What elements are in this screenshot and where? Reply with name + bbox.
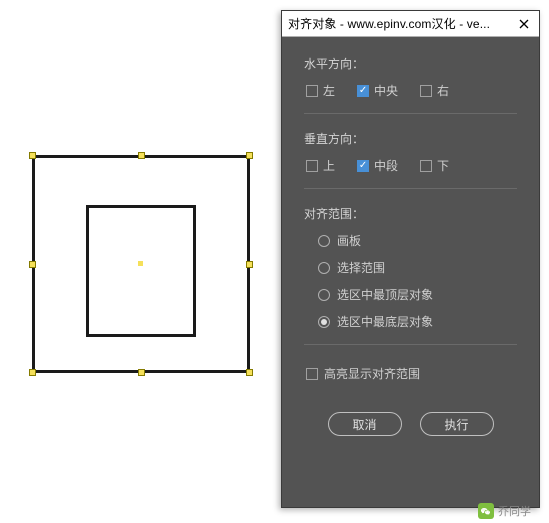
- selection-handle[interactable]: [246, 261, 253, 268]
- radio-icon: [318, 289, 330, 301]
- option-label: 中央: [374, 82, 398, 99]
- close-button[interactable]: [515, 15, 533, 33]
- align-dialog: 对齐对象 - www.epinv.com汉化 - ve... 水平方向： 左 ✓…: [281, 10, 540, 508]
- close-icon: [519, 19, 529, 29]
- scope-options: 画板 选择范围 选区中最顶层对象 选区中最底层对象: [318, 232, 517, 330]
- option-label: 右: [437, 82, 449, 99]
- radio-icon: [318, 262, 330, 274]
- option-label: 下: [437, 157, 449, 174]
- radio-icon: [318, 316, 330, 328]
- selection-handle[interactable]: [29, 369, 36, 376]
- wechat-icon: [478, 503, 494, 519]
- credit-name: 乔同学: [498, 503, 531, 519]
- scope-selection[interactable]: 选择范围: [318, 259, 517, 276]
- canvas-area: [0, 0, 280, 523]
- selection-handle[interactable]: [138, 369, 145, 376]
- checkbox-icon: [420, 160, 432, 172]
- selection-handle[interactable]: [246, 369, 253, 376]
- checkbox-icon: ✓: [357, 85, 369, 97]
- selection-handle[interactable]: [29, 152, 36, 159]
- checkbox-icon: ✓: [357, 160, 369, 172]
- divider: [304, 113, 517, 114]
- scope-bottom-object[interactable]: 选区中最底层对象: [318, 313, 517, 330]
- cancel-button[interactable]: 取消: [328, 412, 402, 436]
- horizontal-center[interactable]: ✓ 中央: [357, 82, 398, 99]
- vertical-top[interactable]: 上: [306, 157, 335, 174]
- credit-watermark: 乔同学: [478, 503, 531, 519]
- option-label: 左: [323, 82, 335, 99]
- horizontal-options: 左 ✓ 中央 右: [306, 82, 517, 99]
- scope-artboard[interactable]: 画板: [318, 232, 517, 249]
- scope-label: 对齐范围：: [304, 205, 517, 222]
- option-label: 选择范围: [337, 259, 385, 276]
- option-label: 中段: [374, 157, 398, 174]
- highlight-option[interactable]: 高亮显示对齐范围: [306, 365, 517, 382]
- dialog-buttons: 取消 执行: [304, 412, 517, 436]
- vertical-middle[interactable]: ✓ 中段: [357, 157, 398, 174]
- divider: [304, 188, 517, 189]
- scope-top-object[interactable]: 选区中最顶层对象: [318, 286, 517, 303]
- vertical-bottom[interactable]: 下: [420, 157, 449, 174]
- dialog-titlebar[interactable]: 对齐对象 - www.epinv.com汉化 - ve...: [282, 11, 539, 37]
- selection-handle[interactable]: [29, 261, 36, 268]
- horizontal-right[interactable]: 右: [420, 82, 449, 99]
- selection-handle[interactable]: [138, 152, 145, 159]
- option-label: 选区中最底层对象: [337, 313, 433, 330]
- radio-icon: [318, 235, 330, 247]
- checkbox-icon: [306, 368, 318, 380]
- inner-rectangle[interactable]: [86, 205, 196, 337]
- divider: [304, 344, 517, 345]
- dialog-title: 对齐对象 - www.epinv.com汉化 - ve...: [288, 15, 515, 32]
- option-label: 高亮显示对齐范围: [324, 365, 420, 382]
- vertical-label: 垂直方向：: [304, 130, 517, 147]
- horizontal-label: 水平方向：: [304, 55, 517, 72]
- horizontal-left[interactable]: 左: [306, 82, 335, 99]
- option-label: 画板: [337, 232, 361, 249]
- checkbox-icon: [420, 85, 432, 97]
- center-point: [138, 261, 143, 266]
- checkbox-icon: [306, 160, 318, 172]
- checkbox-icon: [306, 85, 318, 97]
- option-label: 上: [323, 157, 335, 174]
- vertical-options: 上 ✓ 中段 下: [306, 157, 517, 174]
- execute-button[interactable]: 执行: [420, 412, 494, 436]
- selection-handle[interactable]: [246, 152, 253, 159]
- option-label: 选区中最顶层对象: [337, 286, 433, 303]
